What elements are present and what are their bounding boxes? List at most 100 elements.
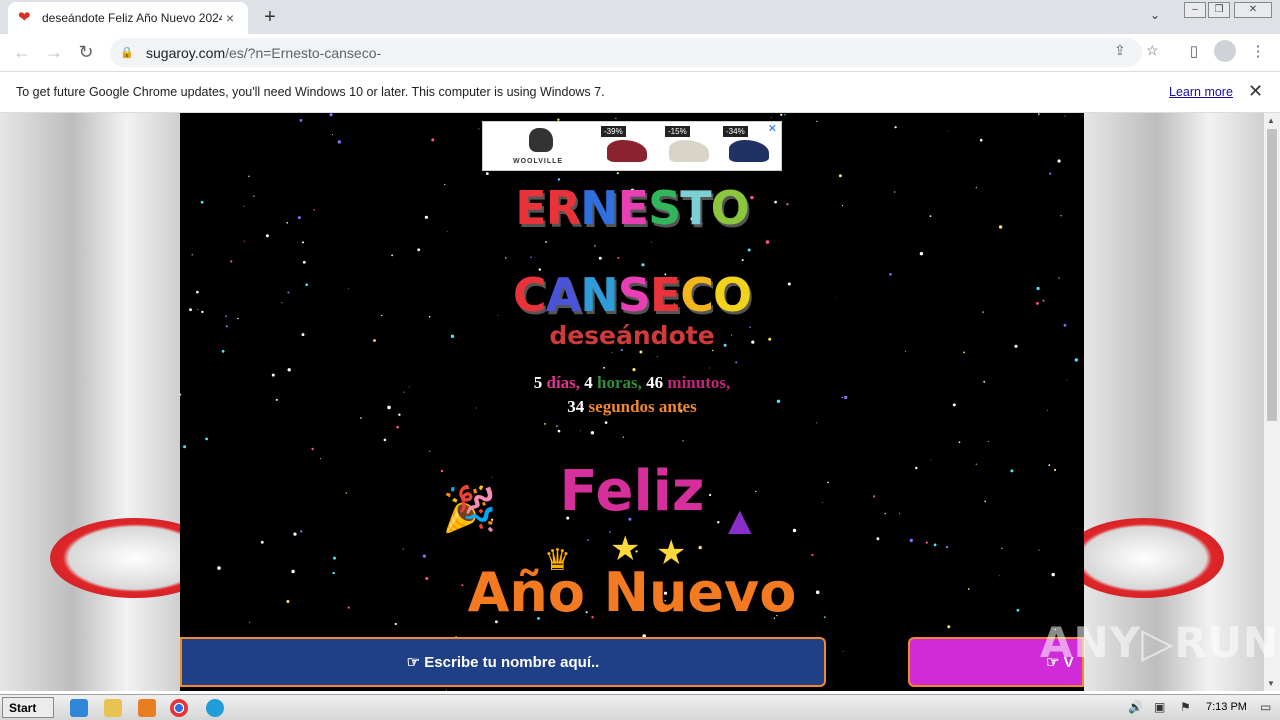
- star-dot: [300, 530, 303, 533]
- star-dot: [396, 425, 399, 429]
- star-dot: [587, 539, 589, 541]
- countdown-segment: días,: [546, 373, 585, 392]
- star-dot: [1001, 547, 1003, 549]
- learn-more-link[interactable]: Learn more: [1169, 85, 1233, 99]
- infobar-close-icon[interactable]: ✕: [1248, 81, 1263, 102]
- star-dot: [598, 256, 602, 260]
- star-dot: [876, 537, 880, 541]
- star-dot: [445, 689, 447, 691]
- star-dot: [958, 441, 961, 444]
- star-dot: [1074, 358, 1078, 362]
- star-dot: [909, 538, 913, 543]
- minimize-button[interactable]: –: [1184, 2, 1206, 18]
- star-dot: [299, 119, 303, 122]
- countdown-segment: 5: [533, 373, 547, 392]
- star-dot: [260, 540, 264, 544]
- sheep-logo-icon: [529, 128, 553, 152]
- bookmark-star-icon[interactable]: ☆: [1146, 42, 1159, 59]
- countdown-segment: 46: [646, 373, 668, 392]
- menu-icon[interactable]: ⋮: [1246, 40, 1270, 64]
- name-last-letter: O: [713, 268, 752, 322]
- clock: 7:13 PM: [1206, 701, 1247, 713]
- star-dot: [205, 437, 208, 441]
- star-dot: [545, 241, 547, 243]
- new-tab-button[interactable]: +: [258, 6, 282, 28]
- star-dot: [771, 117, 772, 118]
- star-dot: [933, 543, 937, 547]
- close-window-button[interactable]: ✕: [1234, 2, 1272, 18]
- forward-button[interactable]: →: [42, 40, 66, 64]
- address-bar[interactable]: 🔒 sugaroy.com/es/?n=Ernesto-canseco-: [110, 38, 1142, 67]
- scroll-up-icon[interactable]: ▲: [1267, 116, 1275, 125]
- side-panel-icon[interactable]: ▯: [1182, 40, 1206, 64]
- star-dot: [615, 117, 617, 119]
- share-icon[interactable]: ⇪: [1114, 42, 1126, 59]
- star-dot: [1049, 172, 1052, 175]
- ie-icon[interactable]: [70, 699, 88, 717]
- volume-icon[interactable]: 🔊: [1128, 700, 1143, 714]
- star-dot: [422, 554, 426, 558]
- scroll-thumb[interactable]: [1267, 129, 1277, 421]
- name-last-letter: S: [617, 268, 651, 322]
- update-infobar: To get future Google Chrome updates, you…: [0, 71, 1280, 113]
- star-dot: [682, 440, 684, 442]
- star-dot: [816, 120, 818, 122]
- ad-shoe-3: [729, 140, 769, 162]
- page-scrollbar[interactable]: ▲ ▼: [1264, 113, 1280, 691]
- scroll-down-icon[interactable]: ▼: [1267, 679, 1275, 688]
- countdown-segment: segundos antes: [588, 397, 697, 416]
- star-dot: [230, 260, 233, 263]
- star-dot: [632, 368, 636, 372]
- ad-close-icon[interactable]: ✕: [768, 122, 777, 135]
- star-dot: [747, 248, 751, 252]
- media-player-icon[interactable]: [138, 699, 156, 717]
- name-last: CANSECO: [180, 268, 1084, 322]
- flag-icon[interactable]: ⚑: [1180, 700, 1191, 714]
- name-input-button[interactable]: ☞ Escribe tu nombre aquí..: [180, 637, 826, 687]
- tab-close-icon[interactable]: ×: [222, 10, 238, 26]
- name-first-letter: E: [617, 181, 649, 235]
- star-dot: [311, 447, 314, 451]
- star-dot: [302, 260, 306, 264]
- restore-button[interactable]: ❐: [1208, 2, 1230, 18]
- tab-search-icon[interactable]: ⌄: [1150, 8, 1160, 22]
- star-dot: [905, 350, 907, 352]
- name-last-letter: N: [580, 268, 618, 322]
- explorer-icon[interactable]: [104, 699, 122, 717]
- ad-banner[interactable]: WOOLVILLE -39% -15% -34% ✕: [482, 121, 782, 171]
- infobar-message: To get future Google Chrome updates, you…: [16, 85, 605, 99]
- star-dot: [594, 245, 596, 247]
- countdown-segment: minutos,: [667, 373, 731, 392]
- network-icon[interactable]: ▣: [1154, 700, 1165, 714]
- ad-discount-2: -15%: [665, 126, 690, 137]
- show-desktop-icon[interactable]: ▭: [1260, 700, 1271, 714]
- wishing-text: deseándote: [549, 321, 715, 350]
- star-dot: [557, 429, 561, 433]
- star-dot: [894, 126, 897, 129]
- name-first-letter: E: [515, 181, 546, 235]
- lock-icon: 🔒: [120, 46, 134, 59]
- reload-button[interactable]: ↻: [74, 40, 98, 64]
- start-button[interactable]: Start: [2, 697, 54, 718]
- back-button[interactable]: ←: [10, 40, 34, 64]
- web-page: WOOLVILLE -39% -15% -34% ✕ ERNESTO CANSE…: [0, 113, 1264, 691]
- profile-avatar[interactable]: [1214, 40, 1236, 62]
- star-dot: [333, 556, 336, 560]
- ad-shoe-2: [669, 140, 709, 162]
- countdown-line-2: 34 segundos antes: [180, 397, 1084, 417]
- star-dot: [963, 351, 966, 354]
- star-dot: [709, 367, 710, 369]
- countdown-line-1: 5 días, 4 horas, 46 minutos,: [180, 373, 1084, 393]
- countdown-segment: 34: [567, 397, 589, 416]
- star-dot: [337, 140, 341, 144]
- tab-active[interactable]: ❤ deseándote Feliz Año Nuevo 2024! ×: [8, 2, 248, 34]
- star-dot: [947, 625, 951, 629]
- star-dot: [979, 138, 983, 142]
- name-first: ERNESTO: [180, 181, 1084, 235]
- name-last-letter: C: [512, 268, 547, 322]
- star-dot: [741, 259, 744, 262]
- star-dot: [556, 425, 558, 427]
- edge-icon[interactable]: [206, 699, 224, 717]
- chrome-icon[interactable]: [170, 699, 188, 717]
- star-dot: [191, 254, 193, 256]
